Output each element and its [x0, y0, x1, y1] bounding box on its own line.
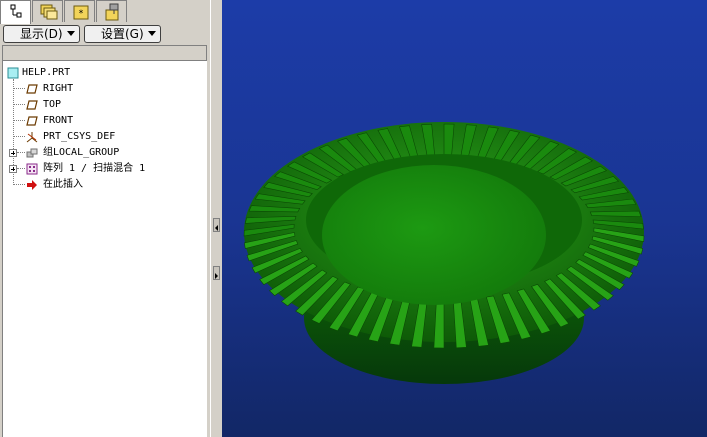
- folder-browser-tab[interactable]: [32, 0, 63, 22]
- tree-item-pattern[interactable]: 阵列 1 / 扫描混合 1: [3, 161, 203, 177]
- collapse-right-button[interactable]: [213, 266, 220, 280]
- tree-column-header: [2, 45, 207, 61]
- datum-plane-icon: [26, 84, 38, 94]
- settings-dropdown[interactable]: 设置(G): [84, 25, 161, 43]
- tree-icon: [10, 4, 22, 18]
- gear-tooth: [589, 210, 642, 217]
- tree-toolbar: 显示(D) 设置(G): [0, 24, 210, 44]
- group-icon: [26, 148, 38, 158]
- svg-text:*: *: [79, 9, 84, 19]
- expand-toggle[interactable]: [9, 165, 17, 173]
- datum-plane-icon: [26, 116, 38, 126]
- insert-here-arrow-icon: [27, 180, 37, 190]
- folders-icon: [40, 4, 58, 20]
- navigator-tabs: *: [0, 0, 210, 24]
- show-dropdown[interactable]: 显示(D): [3, 25, 80, 43]
- collapse-left-button[interactable]: [213, 218, 220, 232]
- tree-item-label: 阵列 1 / 扫描混合 1: [43, 163, 146, 174]
- tree-item-top[interactable]: TOP: [3, 97, 203, 113]
- chevron-down-icon: [148, 31, 156, 36]
- datum-plane-icon: [26, 100, 38, 110]
- tree-item-label: RIGHT: [43, 83, 74, 94]
- pattern-icon: [26, 163, 38, 175]
- tree-item-label: 在此插入: [43, 179, 83, 190]
- tree-item-label: PRT_CSYS_DEF: [43, 131, 116, 142]
- tree-item-label: TOP: [43, 99, 62, 110]
- favorites-tab[interactable]: *: [64, 0, 95, 22]
- tree-item-local-group[interactable]: 组LOCAL_GROUP: [3, 145, 203, 161]
- tree-item-label: 组LOCAL_GROUP: [43, 147, 120, 158]
- part-icon: [7, 67, 19, 79]
- tree-item-root[interactable]: HELP.PRT: [3, 65, 203, 81]
- connections-icon: [105, 3, 119, 21]
- tree-item-front[interactable]: FRONT: [3, 113, 203, 129]
- tree-item-csys[interactable]: PRT_CSYS_DEF: [3, 129, 203, 145]
- graphics-viewport[interactable]: [222, 0, 707, 437]
- chevron-right-icon: [215, 273, 218, 279]
- model-tree-tab[interactable]: [0, 0, 31, 24]
- tree-item-label: FRONT: [43, 115, 74, 126]
- chevron-left-icon: [215, 225, 218, 231]
- connections-tab[interactable]: [96, 0, 127, 22]
- chevron-down-icon: [67, 31, 75, 36]
- bevel-gear-model: [243, 122, 645, 384]
- model-tree: HELP.PRT RIGHT TOP FRONT PRT_CSYS_DEF 组L…: [2, 61, 207, 437]
- model-tree-panel: * 显示(D) 设置(G) HELP.PRT RIGHT TOP FRONT P…: [0, 0, 210, 437]
- favorites-icon: *: [73, 5, 89, 20]
- tree-item-label: HELP.PRT: [22, 67, 71, 78]
- expand-toggle[interactable]: [9, 149, 17, 157]
- settings-dropdown-label: 设置(G): [101, 27, 144, 41]
- gear-inner-floor: [322, 165, 546, 305]
- tree-item-insert-here[interactable]: 在此插入: [3, 177, 203, 193]
- show-dropdown-label: 显示(D): [20, 27, 63, 41]
- panel-splitter[interactable]: [210, 0, 222, 437]
- csys-icon: [26, 132, 38, 143]
- tree-item-right[interactable]: RIGHT: [3, 81, 203, 97]
